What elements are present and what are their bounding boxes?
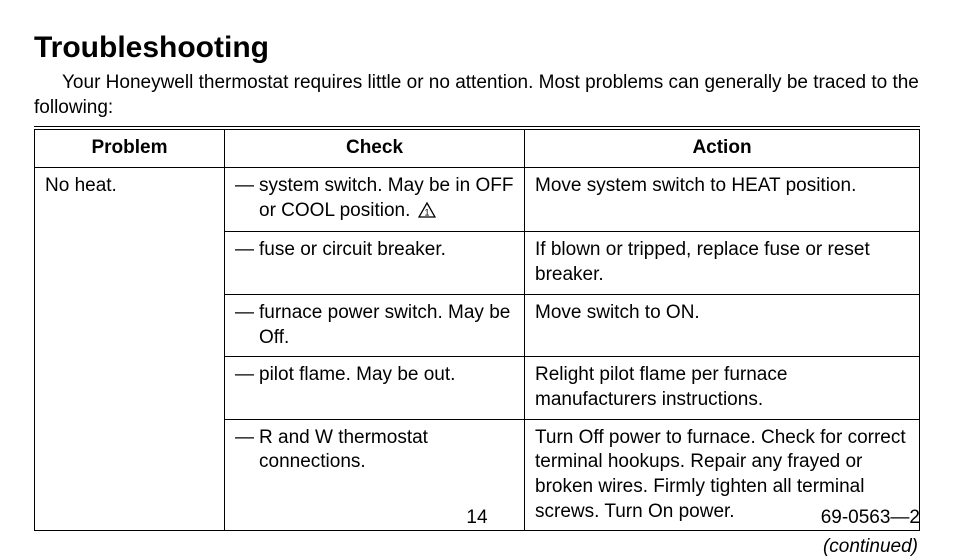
check-text: fuse or circuit breaker. — [259, 238, 514, 263]
col-problem: Problem — [35, 128, 225, 167]
action-cell: Move system switch to HEAT position. — [525, 168, 920, 232]
action-cell: If blown or tripped, replace fuse or res… — [525, 232, 920, 294]
page-number: 14 — [466, 506, 487, 531]
action-cell: Move switch to ON. — [525, 294, 920, 356]
intro-text: Your Honeywell thermostat requires littl… — [34, 71, 920, 120]
page-title: Troubleshooting — [34, 28, 920, 67]
check-cell: — pilot flame. May be out. — [225, 357, 525, 419]
bullet-dash: — — [235, 426, 259, 451]
warning-number: 1 — [424, 207, 429, 217]
table-row: No heat. — system switch. May be in OFF … — [35, 168, 920, 232]
page-footer: 14 69-0563—2 — [34, 506, 920, 531]
check-text: pilot flame. May be out. — [259, 363, 514, 388]
check-text: system switch. May be in OFF or COOL pos… — [259, 175, 513, 221]
col-action: Action — [525, 128, 920, 167]
bullet-dash: — — [235, 301, 259, 326]
check-cell: — system switch. May be in OFF or COOL p… — [225, 168, 525, 232]
problem-cell: No heat. — [35, 168, 225, 531]
bullet-dash: — — [235, 363, 259, 388]
warning-icon: 1 — [418, 201, 436, 226]
check-text: R and W thermostat connections. — [259, 426, 514, 475]
table-header-row: Problem Check Action — [35, 128, 920, 167]
doc-number: 69-0563—2 — [821, 506, 920, 531]
col-check: Check — [225, 128, 525, 167]
bullet-dash: — — [235, 174, 259, 199]
check-cell: — fuse or circuit breaker. — [225, 232, 525, 294]
continued-label: (continued) — [34, 535, 918, 560]
action-cell: Relight pilot flame per furnace manufact… — [525, 357, 920, 419]
check-text: furnace power switch. May be Off. — [259, 301, 514, 350]
troubleshooting-table: Problem Check Action No heat. — system s… — [34, 126, 920, 531]
bullet-dash: — — [235, 238, 259, 263]
check-cell: — furnace power switch. May be Off. — [225, 294, 525, 356]
